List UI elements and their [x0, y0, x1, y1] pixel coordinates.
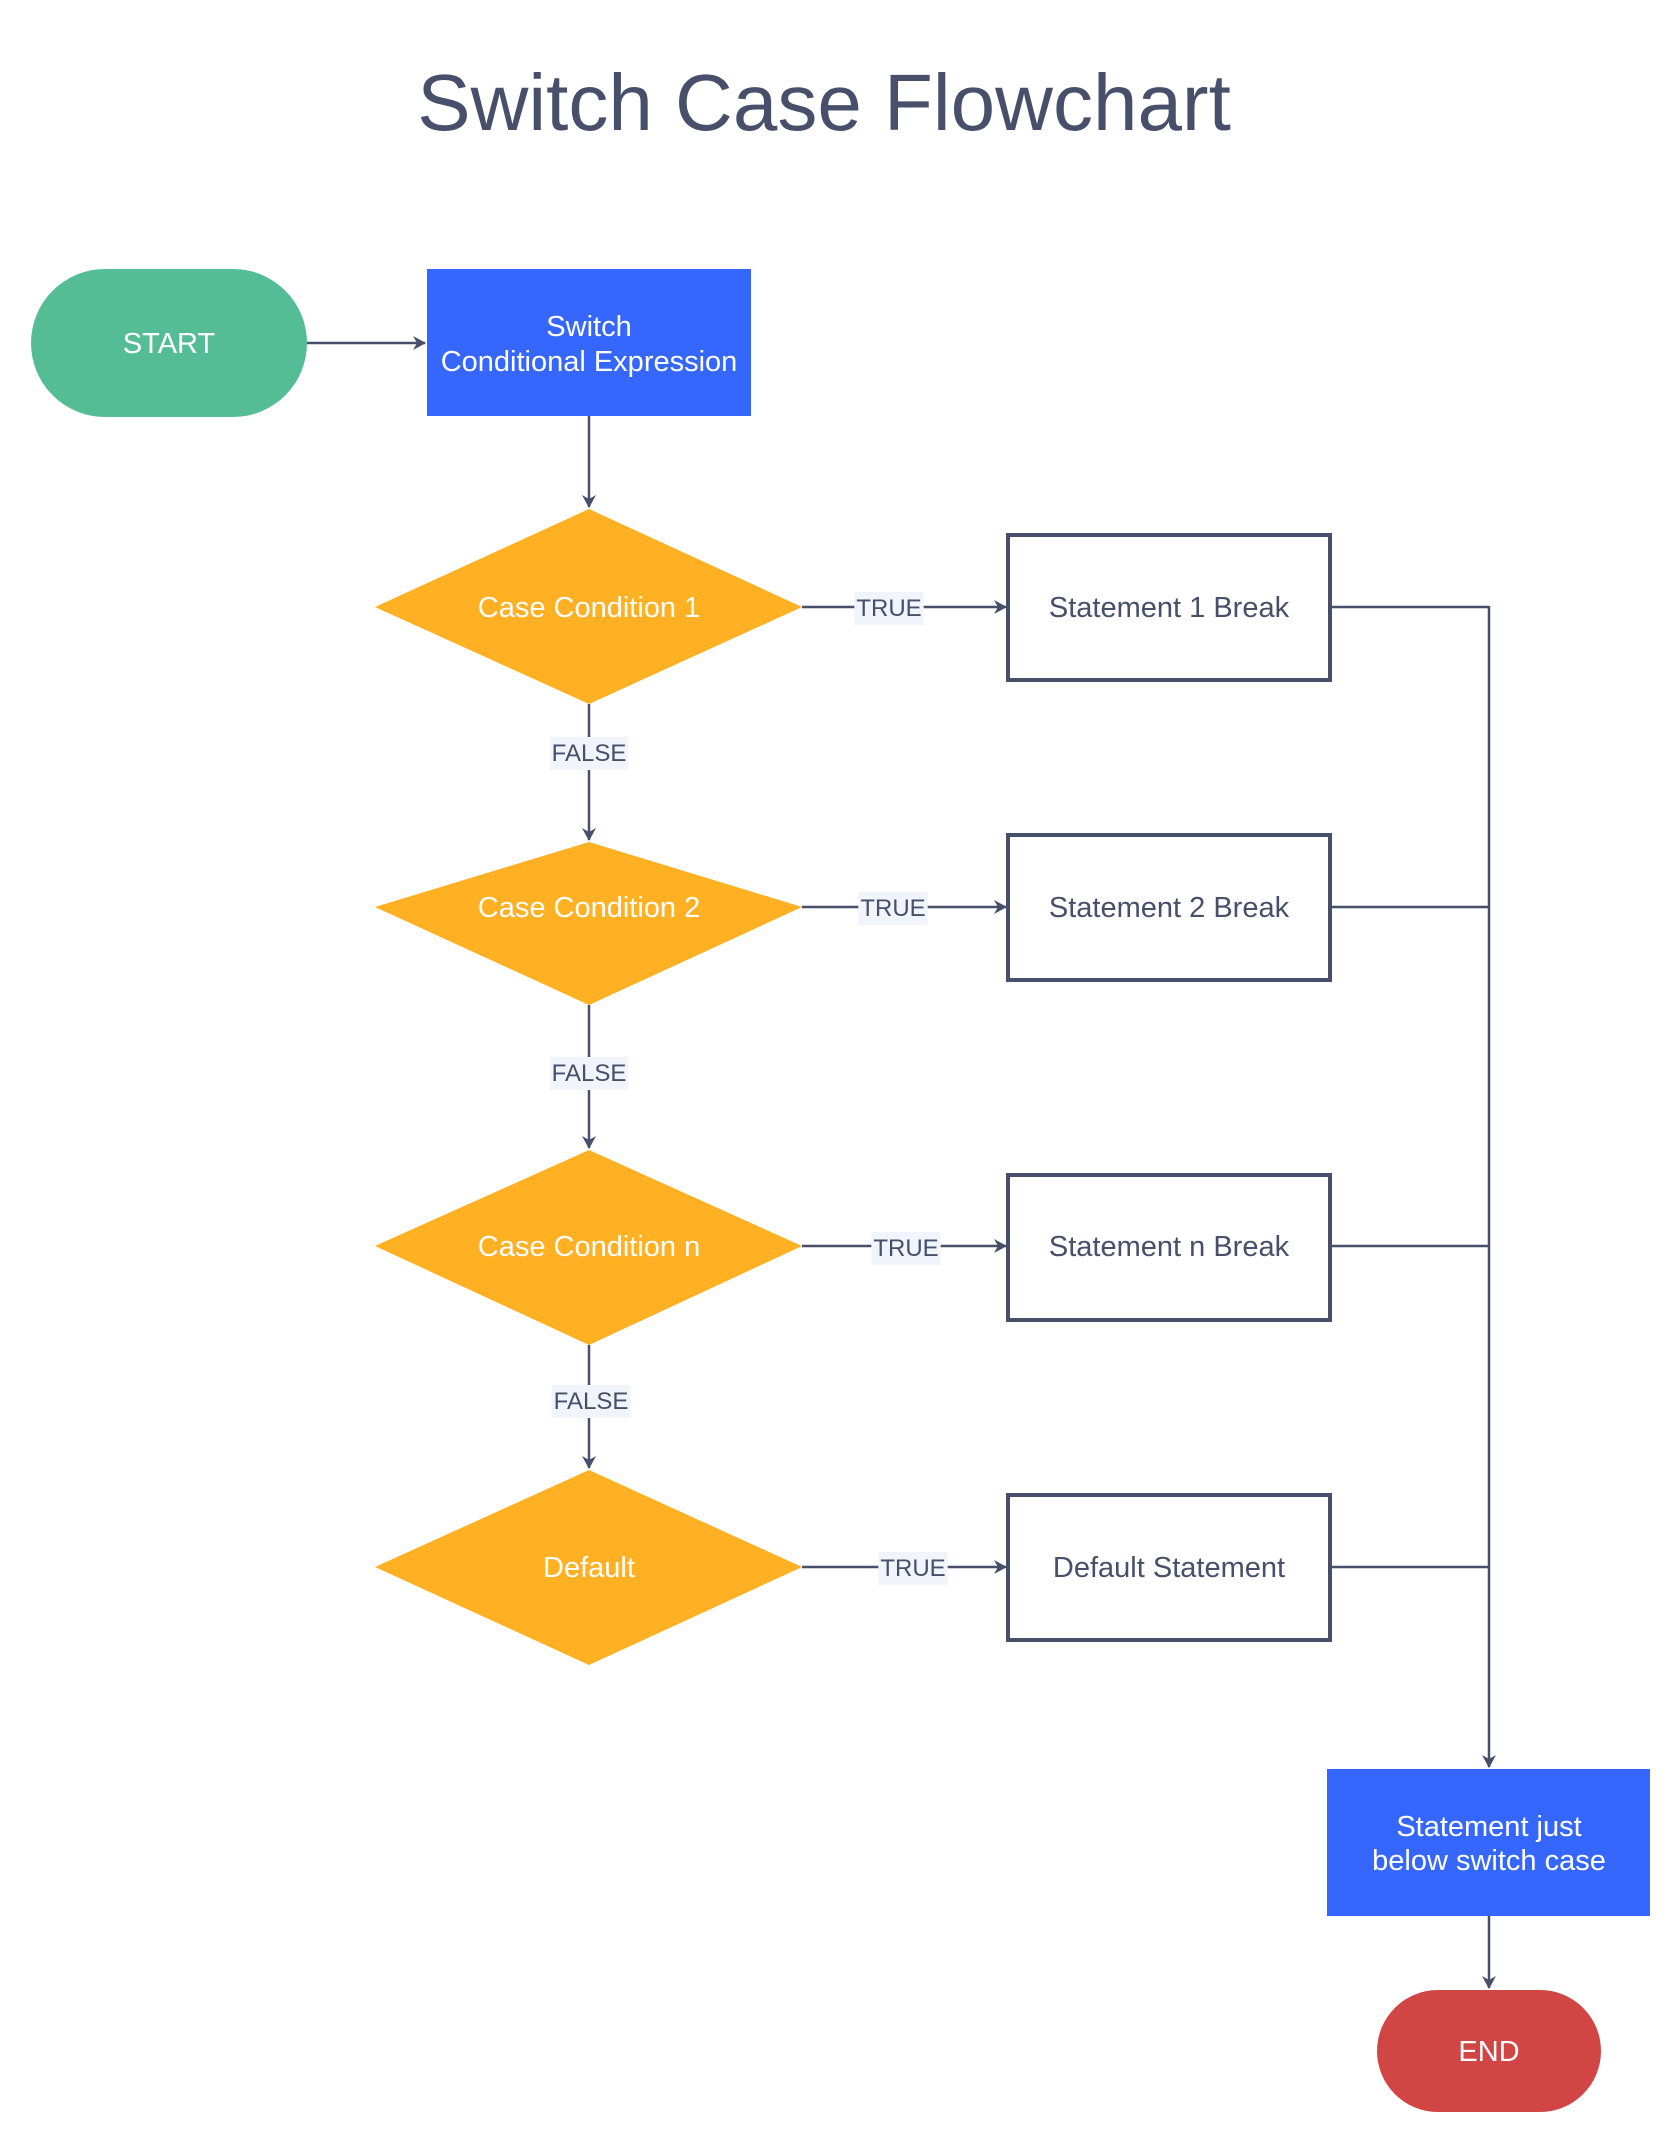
start-node[interactable]: START [31, 269, 307, 417]
statement-2-label: Statement 2 Break [1049, 892, 1290, 924]
switch-node[interactable]: Switch Conditional Expression [427, 269, 751, 416]
flowchart-canvas: Switch Case Flowchart START Switch Condi… [31, 58, 1650, 2112]
true-label: TRUE [880, 1555, 945, 1582]
diagram-title: Switch Case Flowchart [417, 58, 1231, 147]
edge-label-case1-true: TRUE [854, 592, 924, 625]
false-label: FALSE [552, 740, 627, 767]
end-label: END [1458, 2036, 1519, 2068]
true-label: TRUE [860, 895, 925, 922]
start-label: START [123, 328, 216, 360]
statement-1-label: Statement 1 Break [1049, 592, 1290, 624]
case-condition-n-label: Case Condition n [478, 1231, 700, 1263]
false-label: FALSE [552, 1060, 627, 1087]
case-condition-2-label: Case Condition 2 [478, 892, 700, 924]
edge-label-default-true: TRUE [878, 1552, 948, 1585]
switch-label-line-1: Switch [546, 311, 631, 343]
statement-n-label: Statement n Break [1049, 1231, 1290, 1263]
edge-label-casen-true: TRUE [871, 1232, 941, 1265]
default-node[interactable]: Default [375, 1470, 802, 1665]
after-switch-label-line-2: below switch case [1372, 1845, 1606, 1877]
true-label: TRUE [856, 595, 921, 622]
case-condition-2-node[interactable]: Case Condition 2 [375, 842, 802, 1005]
after-switch-label-line-1: Statement just [1396, 1811, 1581, 1843]
edge-label-case2-false: FALSE [549, 1057, 629, 1090]
edge-label-case1-false: FALSE [549, 737, 629, 770]
edge-label-case2-true: TRUE [858, 892, 928, 925]
after-switch-node[interactable]: Statement just below switch case [1327, 1769, 1650, 1916]
false-label: FALSE [554, 1388, 629, 1415]
end-node[interactable]: END [1377, 1990, 1601, 2112]
statement-1-node[interactable]: Statement 1 Break [1006, 533, 1332, 682]
switch-label-line-2: Conditional Expression [441, 346, 738, 378]
edge-label-casen-false: FALSE [551, 1385, 631, 1418]
statement-2-node[interactable]: Statement 2 Break [1006, 833, 1332, 982]
default-label: Default [543, 1552, 635, 1584]
edge-labels: TRUE TRUE TRUE TRUE FALSE FALSE FALSE [549, 592, 948, 1585]
statement-n-node[interactable]: Statement n Break [1006, 1173, 1332, 1322]
case-condition-1-node[interactable]: Case Condition 1 [375, 509, 802, 704]
true-label: TRUE [873, 1235, 938, 1262]
case-condition-1-label: Case Condition 1 [478, 592, 700, 624]
case-condition-n-node[interactable]: Case Condition n [375, 1150, 802, 1345]
default-statement-label: Default Statement [1053, 1552, 1285, 1584]
default-statement-node[interactable]: Default Statement [1006, 1493, 1332, 1642]
